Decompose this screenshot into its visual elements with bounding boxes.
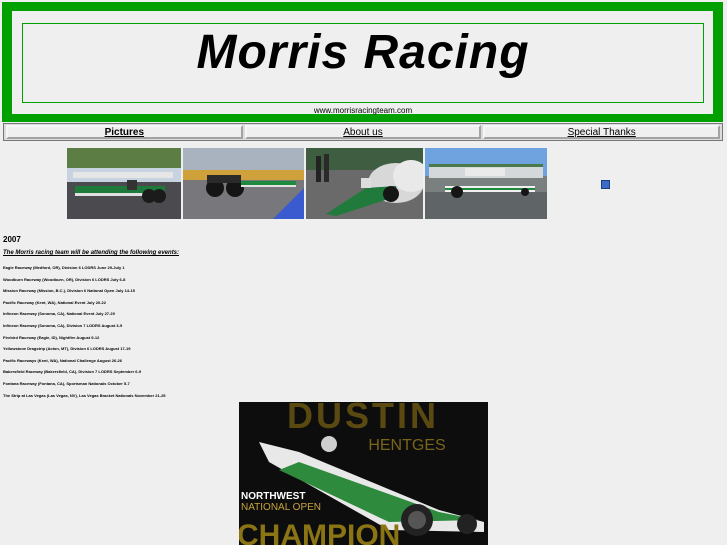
nav-about-us[interactable]: About us: [244, 125, 482, 139]
event-item: Infineon Raceway (Sonoma, CA), National …: [3, 311, 115, 317]
banner-line1: NORTHWEST: [241, 491, 305, 502]
event-item: Pacific Raceways (Kent, WA), National Ch…: [3, 357, 122, 363]
site-url: www.morrisracingteam.com: [313, 106, 413, 115]
banner-name: DUSTIN: [287, 402, 439, 436]
dragster-burnout-photo[interactable]: [306, 148, 423, 219]
events-heading: The Morris racing team will be attending…: [3, 250, 180, 256]
event-item: Yellowstone Dragstrip (Acton, MT), Divis…: [3, 346, 131, 352]
banner-subname: HENTGES: [368, 437, 445, 454]
dragster-on-track-photo[interactable]: [425, 148, 547, 219]
header-title-box: Morris Racing www.morrisracingteam.com: [22, 23, 704, 115]
nav-bar: Pictures About us Special Thanks: [3, 123, 723, 141]
dragster-rear-view-photo[interactable]: [183, 148, 304, 219]
event-item: Firebird Raceway (Eagle, ID), Nightfire …: [3, 334, 100, 340]
event-item: Pacific Raceway (Kent, WA), National Eve…: [3, 299, 106, 305]
event-item: Mission Raceway (Mission, B.C.), Divisio…: [3, 288, 135, 294]
event-item: Infineon Raceway (Sonoma, CA), Division …: [3, 322, 123, 328]
image-placeholder-icon[interactable]: [601, 180, 610, 189]
event-item: Woodburn Raceway (Woodburn, OR), Divisio…: [3, 276, 126, 282]
event-item: Eagle Raceway (Medford, OR), Division 6 …: [3, 265, 125, 270]
site-header: Morris Racing www.morrisracingteam.com: [2, 2, 723, 122]
site-title: Morris Racing: [196, 26, 530, 79]
event-item: Fontana Raceway (Fontana, CA), Sportsman…: [3, 380, 130, 386]
events-section: 2007 The Morris racing team will be atte…: [3, 235, 563, 404]
dragster-in-pits-photo[interactable]: [67, 148, 181, 219]
nav-pictures[interactable]: Pictures: [6, 125, 243, 139]
nav-special-thanks[interactable]: Special Thanks: [483, 125, 721, 139]
events-year: 2007: [3, 235, 21, 244]
header-inner: Morris Racing www.morrisracingteam.com: [12, 11, 713, 115]
banner-line2: NATIONAL OPEN: [241, 502, 321, 513]
banner-line3: CHAMPION: [239, 519, 400, 545]
event-item: Bakersfield Raceway (Bakersfield, CA), D…: [3, 369, 142, 375]
champion-banner: DUSTIN HENTGES NORTHWEST NATIONAL OPEN C…: [239, 402, 488, 545]
